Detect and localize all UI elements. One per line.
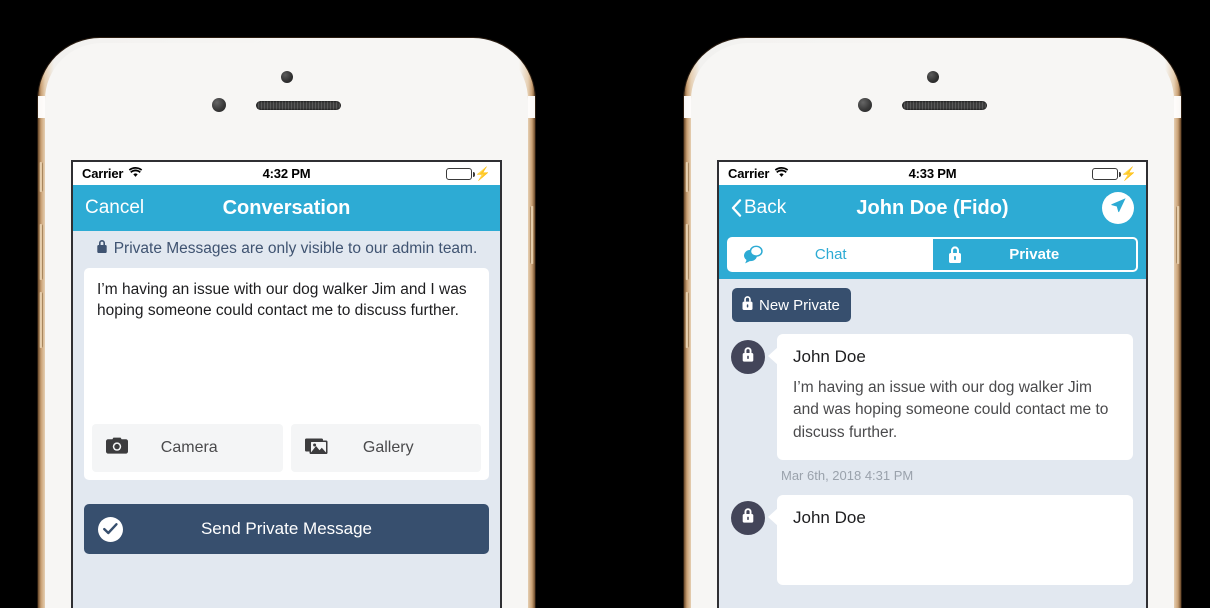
lightning-bolt-icon: ⚡ xyxy=(474,166,491,181)
tab-chat-label: Chat xyxy=(814,246,847,263)
send-area: Send Private Message xyxy=(73,480,500,554)
new-private-button-label: New Private xyxy=(759,296,840,314)
compose-card: I’m having an issue with our dog walker … xyxy=(84,268,489,480)
earpiece-speaker-icon xyxy=(256,101,341,110)
lightning-bolt-icon: ⚡ xyxy=(1120,166,1137,181)
gallery-button[interactable]: Gallery xyxy=(290,424,481,472)
send-private-message-button[interactable]: Send Private Message xyxy=(84,504,489,554)
front-camera-icon xyxy=(927,71,939,83)
lock-icon xyxy=(741,507,755,529)
power-button[interactable] xyxy=(530,206,534,264)
antenna-band-left xyxy=(38,96,45,118)
status-bar-right-group: ⚡ xyxy=(445,166,491,181)
avatar xyxy=(731,501,765,536)
volume-down-button[interactable] xyxy=(685,292,689,348)
send-private-message-label: Send Private Message xyxy=(200,519,373,538)
message-bubble: John Doe I’m having an issue with our do… xyxy=(768,334,1133,461)
gallery-icon xyxy=(304,436,328,460)
antenna-band-left xyxy=(684,96,691,118)
camera-button[interactable]: Camera xyxy=(92,424,283,472)
phone-device-left: Carrier 4:32 PM ⚡ Cancel Conversation Pr… xyxy=(38,38,535,608)
wifi-icon xyxy=(128,166,143,181)
carrier-label: Carrier xyxy=(728,166,770,181)
message-bubble-wrap: John Doe I’m having an issue with our do… xyxy=(768,334,1133,484)
avatar xyxy=(731,340,765,374)
proximity-sensor-icon xyxy=(858,98,872,112)
phone-device-right: Carrier 4:33 PM ⚡ Back John Doe (Fido) C… xyxy=(684,38,1181,608)
attachment-row: Camera Gallery xyxy=(84,424,489,480)
back-button-label: Back xyxy=(744,197,787,218)
status-bar-right: Carrier 4:33 PM ⚡ xyxy=(719,162,1146,185)
message-bubble-wrap: John Doe xyxy=(768,495,1133,586)
tab-chat[interactable]: Chat xyxy=(729,239,933,270)
volume-down-button[interactable] xyxy=(39,292,43,348)
lock-icon xyxy=(741,346,755,368)
chat-bubble-icon xyxy=(743,245,764,264)
tab-private-label: Private xyxy=(1009,246,1060,263)
message-list-item[interactable]: John Doe xyxy=(719,483,1146,586)
message-bubble: John Doe xyxy=(768,495,1133,586)
status-bar-left-group: Carrier xyxy=(82,166,143,181)
status-bar-left-group: Carrier xyxy=(728,166,789,181)
message-author: John Doe xyxy=(793,347,866,366)
volume-up-button[interactable] xyxy=(39,224,43,280)
message-author: John Doe xyxy=(793,508,866,528)
check-circle-icon xyxy=(98,516,123,542)
battery-icon xyxy=(445,167,475,180)
gallery-button-label: Gallery xyxy=(362,439,414,456)
message-list-item[interactable]: John Doe I’m having an issue with our do… xyxy=(719,322,1146,483)
carrier-label: Carrier xyxy=(82,166,124,181)
message-timestamp: Mar 6th, 2018 4:31 PM xyxy=(781,468,914,484)
battery-icon xyxy=(1091,167,1121,180)
front-camera-icon xyxy=(281,71,293,83)
camera-icon xyxy=(106,437,128,459)
chevron-left-icon xyxy=(731,199,742,217)
new-private-button[interactable]: New Private xyxy=(732,288,851,322)
screen-right: Carrier 4:33 PM ⚡ Back John Doe (Fido) C… xyxy=(717,160,1148,608)
lock-icon xyxy=(96,239,108,259)
cancel-button[interactable]: Cancel xyxy=(85,197,144,219)
lock-icon xyxy=(741,295,754,315)
paper-plane-button[interactable] xyxy=(1102,192,1134,224)
navbar-left: Cancel Conversation xyxy=(73,185,500,231)
status-bar-right-group: ⚡ xyxy=(1091,166,1137,181)
navbar-right: Back John Doe (Fido) xyxy=(719,185,1146,231)
back-button[interactable]: Back xyxy=(731,197,786,219)
cancel-button-label: Cancel xyxy=(85,197,145,218)
private-notice-text: Private Messages are only visible to our… xyxy=(113,240,478,257)
power-button[interactable] xyxy=(1176,206,1180,264)
proximity-sensor-icon xyxy=(212,98,226,112)
compose-area: I’m having an issue with our dog walker … xyxy=(73,268,500,480)
lock-icon xyxy=(947,245,963,264)
status-bar-left: Carrier 4:32 PM ⚡ xyxy=(73,162,500,185)
camera-button-label: Camera xyxy=(160,439,218,456)
message-input[interactable]: I’m having an issue with our dog walker … xyxy=(84,268,489,424)
screenshot-stage: Carrier 4:32 PM ⚡ Cancel Conversation Pr… xyxy=(0,0,1210,608)
antenna-band-right xyxy=(1174,96,1181,118)
mute-switch[interactable] xyxy=(39,162,43,192)
message-text: I’m having an issue with our dog walker … xyxy=(793,379,1109,441)
screen-body-left: Private Messages are only visible to our… xyxy=(73,231,500,608)
earpiece-speaker-icon xyxy=(902,101,987,110)
screen-body-right: Chat Private New Private John Doe I’m ha… xyxy=(719,231,1146,608)
mute-switch[interactable] xyxy=(685,162,689,192)
wifi-icon xyxy=(774,166,789,181)
new-private-area: New Private xyxy=(719,279,1146,322)
paper-plane-icon xyxy=(1110,197,1127,219)
private-notice-bar: Private Messages are only visible to our… xyxy=(73,231,500,268)
segmented-control: Chat Private xyxy=(727,237,1138,272)
volume-up-button[interactable] xyxy=(685,224,689,280)
tab-private[interactable]: Private xyxy=(932,239,1136,270)
tab-bar: Chat Private xyxy=(719,231,1146,279)
screen-left: Carrier 4:32 PM ⚡ Cancel Conversation Pr… xyxy=(71,160,502,608)
antenna-band-right xyxy=(528,96,535,118)
